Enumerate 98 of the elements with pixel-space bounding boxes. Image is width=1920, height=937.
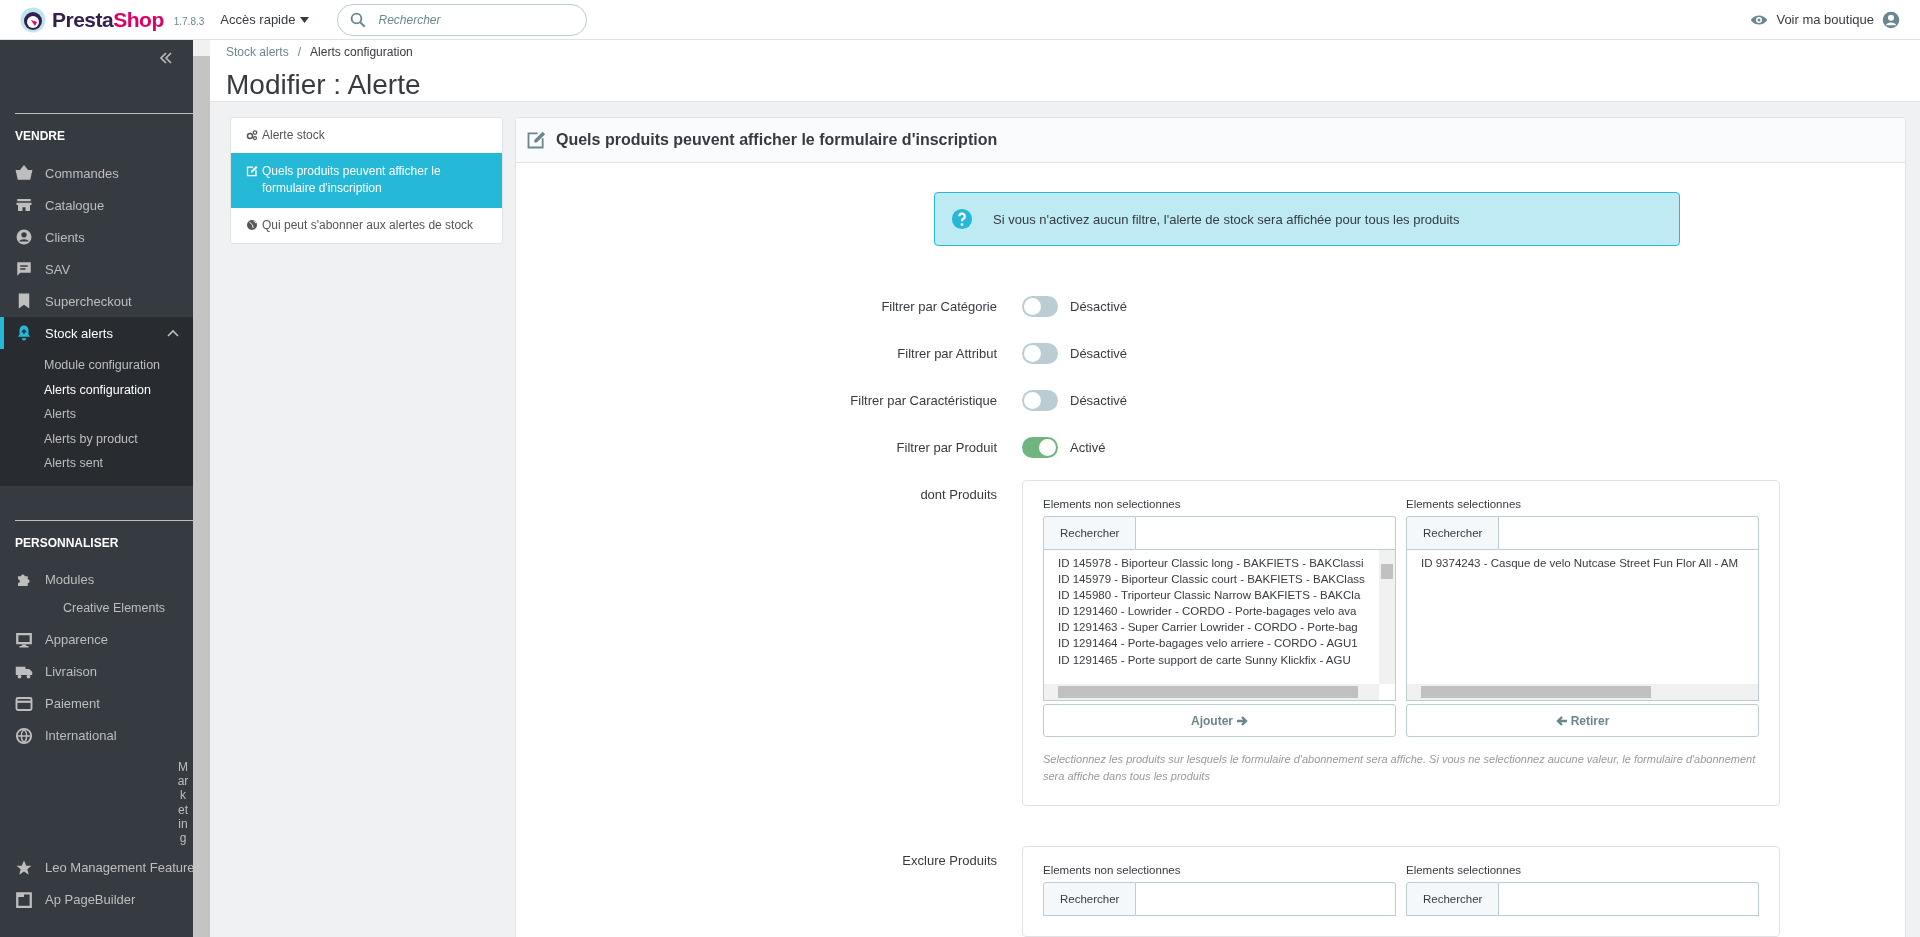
sidebar-item[interactable]: Paiement xyxy=(0,687,193,720)
product-list[interactable]: ID 9374243 - Casque de velo Nutcase Street Fun Flor All - AM xyxy=(1406,550,1759,701)
search-field[interactable] xyxy=(1499,516,1759,550)
tab[interactable]: Qui peut s'abonner aux alertes de stock xyxy=(231,208,502,243)
quick-access-menu[interactable]: Accès rapide xyxy=(220,12,310,27)
list-option[interactable]: ID 1291464 - Porte-bagages velo arriere - CORDO - AGU1 xyxy=(1058,635,1358,652)
bell-icon xyxy=(15,324,33,342)
list-option[interactable]: ID 1291465 - Porte support de carte Sunny Klickfix - AGU xyxy=(1058,651,1351,668)
list-heading: Elements selectionnes xyxy=(1406,498,1523,510)
sidebar-item[interactable]: Ap PageBuilder xyxy=(0,883,193,916)
sidebar-item[interactable]: Supercheckout xyxy=(0,285,193,317)
toggle-switch[interactable] xyxy=(1022,437,1058,458)
list-option[interactable]: ID 9374243 - Casque de velo Nutcase Street Fun Flor All - AM xyxy=(1421,555,1739,572)
search-field[interactable]: Rechercher xyxy=(337,3,588,36)
field-label: Filtrer par Catégorie xyxy=(880,299,997,314)
edit-icon xyxy=(246,165,258,177)
sidebar-item[interactable]: Commandes xyxy=(0,157,193,189)
toggle-status: Désactivé xyxy=(1070,346,1128,361)
user-circle-icon xyxy=(15,228,33,246)
help-text: Selectionnez les produits sur lesquels le formulaire d'abonnement sera affiche. Si vous ne selectionnez aucune valeur, le formulaire d'abonnement sera affiche dans tous les produits xyxy=(1043,752,1757,784)
submenu-item[interactable]: Module configuration xyxy=(0,353,193,378)
field-label: Filtrer par Attribut xyxy=(896,346,997,361)
globe-icon xyxy=(246,219,258,231)
scrollbar[interactable] xyxy=(1407,684,1758,700)
list-heading: Elements selectionnes xyxy=(1406,864,1523,876)
monitor-icon xyxy=(15,630,33,649)
panel-title: Quels produits peuvent afficher le formulaire d'inscription xyxy=(556,131,998,149)
scrollbar[interactable] xyxy=(193,40,210,937)
user-avatar-icon[interactable] xyxy=(1882,10,1900,29)
submenu-item[interactable]: Creative Elements xyxy=(0,595,193,620)
scrollbar[interactable] xyxy=(1379,550,1395,684)
submenu-item[interactable]: Alerts by product xyxy=(0,426,193,451)
toggle-status: Activé xyxy=(1070,440,1106,455)
section-title: VENDRE xyxy=(14,128,66,145)
section-title: PERSONNALISER xyxy=(15,534,120,552)
sidebar-item[interactable]: Catalogue xyxy=(0,189,193,221)
toggle-status: Désactivé xyxy=(1070,393,1128,408)
product-list[interactable] xyxy=(1043,550,1396,701)
search-button[interactable]: Rechercher xyxy=(1406,882,1500,916)
edit-icon xyxy=(526,130,546,150)
submenu-item[interactable]: Alerts configuration xyxy=(0,377,193,402)
gears-icon xyxy=(246,129,258,141)
add-button[interactable]: Ajouter xyxy=(1043,704,1396,737)
globe-icon xyxy=(15,726,33,745)
search-icon xyxy=(349,10,368,29)
breadcrumb-separator: / xyxy=(297,45,302,59)
list-option[interactable]: ID 1291463 - Super Carrier Lowrider - CORDO - Porte-bag xyxy=(1058,619,1358,636)
search-button[interactable]: Rechercher xyxy=(1043,516,1137,550)
sidebar-item[interactable]: Marketing xyxy=(177,759,189,846)
info-text: Si vous n'activez aucun filtre, l'alerte de stock sera affichée pour tous les produits xyxy=(993,211,1460,227)
window-icon xyxy=(15,890,33,909)
left-arrow-icon xyxy=(1555,714,1568,727)
toggle-status: Désactivé xyxy=(1070,299,1128,314)
toggle-switch[interactable] xyxy=(1022,296,1058,317)
search-field[interactable] xyxy=(1499,882,1759,916)
search-field[interactable] xyxy=(1136,882,1396,916)
view-shop-link[interactable]: Voir ma boutique xyxy=(1750,10,1874,29)
list-option[interactable]: ID 1291460 - Lowrider - CORDO - Porte-bagages velo ava xyxy=(1058,603,1357,620)
search-field[interactable] xyxy=(1136,516,1396,550)
sidebar-item[interactable]: Clients xyxy=(0,221,193,253)
list-heading: Elements non selectionnes xyxy=(1043,498,1182,510)
sidebar-item[interactable]: Modules xyxy=(0,563,193,596)
search-button[interactable]: Rechercher xyxy=(1043,882,1137,916)
submenu-item[interactable]: Alerts sent xyxy=(0,451,193,476)
submenu-item[interactable]: Alerts xyxy=(0,402,193,427)
chat-icon xyxy=(15,260,33,278)
collapse-icon[interactable] xyxy=(159,52,173,64)
basket-icon xyxy=(15,164,33,182)
list-heading: Elements non selectionnes xyxy=(1043,864,1182,876)
field-label: Filtrer par Caractéristique xyxy=(849,393,997,408)
toggle-switch[interactable] xyxy=(1022,343,1058,364)
remove-button[interactable]: Retirer xyxy=(1406,704,1759,737)
card-icon xyxy=(15,694,33,713)
version-label: 1.7.8.3 xyxy=(173,16,205,27)
help-icon xyxy=(951,208,973,230)
tab[interactable]: Alerte stock xyxy=(231,118,502,153)
caret-icon xyxy=(300,16,310,23)
sidebar-item[interactable]: Livraison xyxy=(0,655,193,688)
page-title: Modifier : Alerte xyxy=(226,69,422,101)
logo-icon xyxy=(20,6,46,33)
search-button[interactable]: Rechercher xyxy=(1406,516,1500,550)
list-option[interactable]: ID 145980 - Triporteur Classic Narrow BAKFIETS - BAKCla xyxy=(1058,587,1361,604)
sidebar-item[interactable]: International xyxy=(0,719,193,752)
store-icon xyxy=(15,196,33,214)
sidebar-item[interactable]: Apparence xyxy=(0,623,193,656)
list-option[interactable]: ID 145979 - Biporteur Classic court - BAKFIETS - BAKClass xyxy=(1058,571,1365,588)
breadcrumb-link[interactable]: Alerts configuration xyxy=(310,45,413,59)
sidebar-item[interactable]: Stock alerts xyxy=(0,317,193,349)
field-label: Exclure Produits xyxy=(901,852,997,868)
field-label: dont Produits xyxy=(919,486,997,502)
breadcrumb-link[interactable]: Stock alerts xyxy=(226,45,289,59)
field-label: Filtrer par Produit xyxy=(895,440,997,455)
sidebar-item[interactable]: SAV xyxy=(0,253,193,285)
right-arrow-icon xyxy=(1236,714,1248,727)
scrollbar[interactable] xyxy=(1044,684,1379,700)
logo-text: PrestaShop xyxy=(52,7,164,32)
list-option[interactable]: ID 145978 - Biporteur Classic long - BAKFIETS - BAKClassi xyxy=(1058,555,1364,572)
toggle-switch[interactable] xyxy=(1022,390,1058,411)
